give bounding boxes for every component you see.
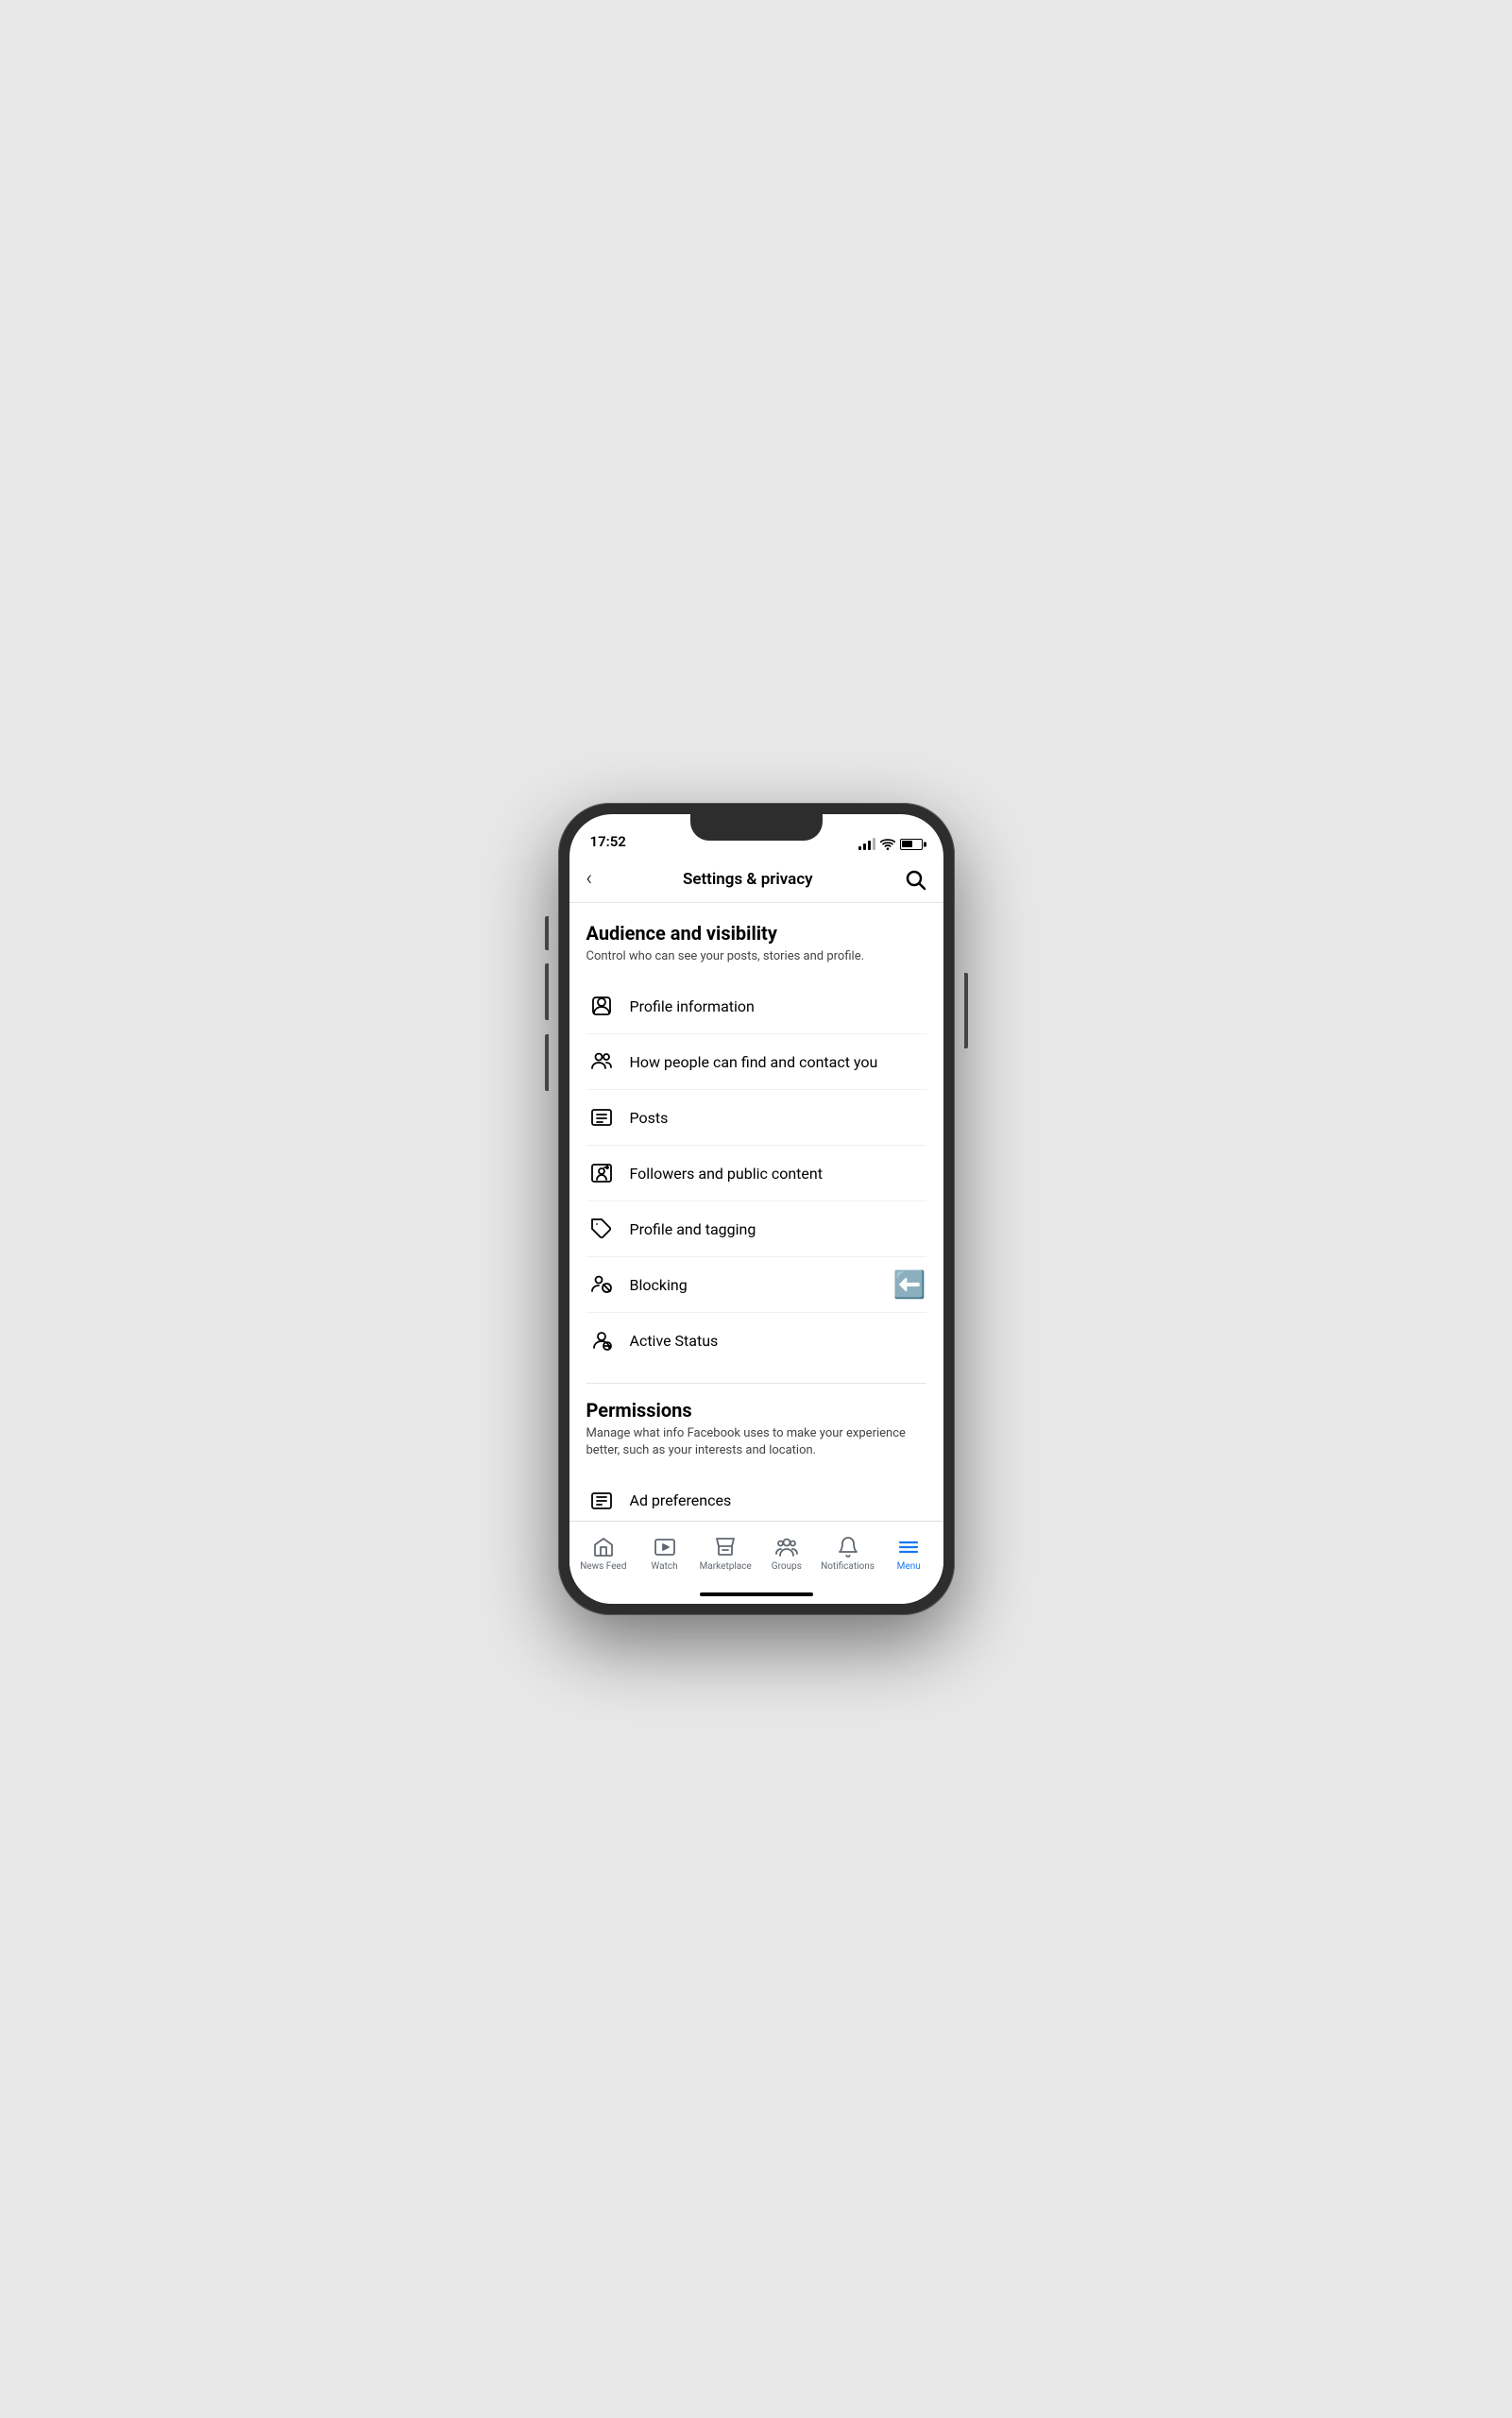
back-button[interactable]: ‹: [586, 867, 593, 891]
menu-item-ad-preferences[interactable]: Ad preferences: [586, 1473, 926, 1521]
menu-label-profile-tagging: Profile and tagging: [630, 1220, 756, 1238]
menu-item-active-status[interactable]: Active Status: [586, 1313, 926, 1368]
nav-label-notifications: Notifications: [821, 1561, 875, 1572]
nav-item-notifications[interactable]: Notifications: [817, 1535, 878, 1572]
menu-item-profile-information[interactable]: Profile information: [586, 979, 926, 1034]
followers-icon: [586, 1158, 617, 1188]
groups-icon: [774, 1535, 799, 1559]
audience-section-title: Audience and visibility: [586, 922, 926, 945]
power-button: [964, 973, 968, 1048]
menu-item-how-people-find[interactable]: How people can find and contact you: [586, 1034, 926, 1090]
nav-item-menu[interactable]: Menu: [878, 1535, 940, 1572]
bottom-navigation: News Feed Watch: [569, 1521, 943, 1585]
block-icon: [586, 1269, 617, 1300]
bell-icon: [836, 1535, 860, 1559]
posts-icon: [586, 1102, 617, 1132]
menu-icon: [896, 1535, 921, 1559]
nav-item-marketplace[interactable]: Marketplace: [695, 1535, 756, 1572]
volume-down-button: [545, 963, 549, 1020]
nav-label-groups: Groups: [772, 1561, 802, 1572]
active-status-icon: [586, 1325, 617, 1355]
permissions-section-title: Permissions: [586, 1399, 926, 1422]
menu-label-profile-information: Profile information: [630, 997, 755, 1015]
wifi-icon: [880, 839, 895, 850]
nav-label-marketplace: Marketplace: [700, 1561, 752, 1572]
nav-item-watch[interactable]: Watch: [634, 1535, 695, 1572]
menu-label-how-people-find: How people can find and contact you: [630, 1053, 878, 1071]
notch: [690, 814, 823, 841]
permissions-section: Permissions Manage what info Facebook us…: [586, 1399, 926, 1521]
phone-screen: 17:52 ‹ Settings & privacy: [569, 814, 943, 1604]
ad-icon: [586, 1486, 617, 1516]
battery-icon: [900, 839, 923, 850]
silent-button: [545, 1034, 549, 1091]
menu-label-posts: Posts: [630, 1109, 669, 1127]
audience-section: Audience and visibility Control who can …: [586, 922, 926, 1368]
main-content: Audience and visibility Control who can …: [569, 903, 943, 1521]
status-time: 17:52: [590, 833, 626, 850]
nav-label-watch: Watch: [651, 1561, 677, 1572]
menu-label-active-status: Active Status: [630, 1332, 719, 1350]
menu-label-ad-preferences: Ad preferences: [630, 1491, 732, 1509]
back-arrow-emoji: ⬅️: [893, 1269, 926, 1301]
nav-label-news-feed: News Feed: [580, 1561, 626, 1572]
signal-icon: [858, 838, 875, 850]
menu-label-followers: Followers and public content: [630, 1165, 823, 1183]
menu-label-blocking: Blocking: [630, 1276, 688, 1294]
nav-item-news-feed[interactable]: News Feed: [573, 1535, 635, 1572]
section-divider: [586, 1383, 926, 1384]
tag-icon: [586, 1214, 617, 1244]
status-icons: [858, 838, 923, 850]
page-title: Settings & privacy: [683, 870, 813, 889]
store-icon: [713, 1535, 738, 1559]
play-icon: [653, 1535, 677, 1559]
home-icon: [591, 1535, 616, 1559]
volume-up-button: [545, 916, 549, 950]
menu-item-posts[interactable]: Posts: [586, 1090, 926, 1146]
page-header: ‹ Settings & privacy: [569, 856, 943, 903]
nav-item-groups[interactable]: Groups: [756, 1535, 818, 1572]
person-icon: [586, 991, 617, 1021]
phone-device: 17:52 ‹ Settings & privacy: [558, 803, 955, 1615]
audience-section-subtitle: Control who can see your posts, stories …: [586, 948, 926, 965]
nav-label-menu: Menu: [897, 1561, 921, 1572]
menu-item-followers[interactable]: Followers and public content: [586, 1146, 926, 1201]
home-indicator: [569, 1585, 943, 1604]
menu-item-blocking[interactable]: Blocking ⬅️: [586, 1257, 926, 1313]
menu-item-profile-tagging[interactable]: Profile and tagging: [586, 1201, 926, 1257]
people-icon: [586, 1047, 617, 1077]
home-bar: [700, 1592, 813, 1596]
search-button[interactable]: [904, 868, 926, 891]
permissions-section-subtitle: Manage what info Facebook uses to make y…: [586, 1425, 926, 1459]
